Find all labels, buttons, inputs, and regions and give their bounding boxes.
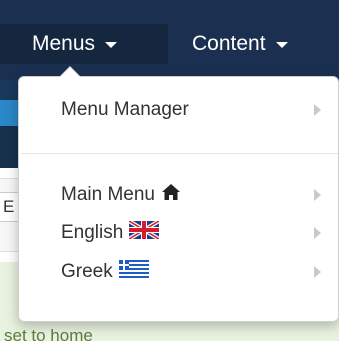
menu-item-greek[interactable]: Greek	[19, 253, 339, 291]
menu-item-english[interactable]: English	[19, 214, 339, 252]
screen: Menus Content E set to home Menu Manager…	[0, 0, 339, 341]
uk-flag-icon	[128, 219, 161, 245]
menus-dropdown: Menu Manager Main Menu English Greek	[18, 66, 339, 322]
menu-item-label: English	[61, 222, 124, 243]
chevron-right-icon	[314, 189, 322, 201]
nav-menus-label: Menus	[32, 32, 96, 55]
menu-item-menu-manager[interactable]: Menu Manager	[19, 91, 339, 129]
nav-menus[interactable]: Menus	[0, 24, 168, 64]
chevron-right-icon	[314, 227, 322, 239]
dropdown-arrow-inner	[60, 67, 80, 77]
menu-item-label: Menu Manager	[61, 99, 189, 120]
home-icon	[161, 183, 181, 207]
menu-item-label: Greek	[61, 261, 113, 282]
menu-item-main-menu[interactable]: Main Menu	[19, 176, 339, 214]
caret-down-icon	[105, 42, 118, 48]
chevron-right-icon	[314, 104, 322, 116]
chevron-right-icon	[314, 266, 322, 278]
background-message-text: set to home	[4, 326, 93, 341]
menu-item-label: Main Menu	[61, 184, 155, 205]
caret-down-icon	[275, 42, 288, 48]
nav-content-label: Content	[192, 32, 266, 55]
greek-flag-icon	[118, 260, 149, 284]
nav-content[interactable]: Content	[188, 24, 288, 64]
dropdown-divider	[21, 153, 338, 154]
top-navbar: Menus Content	[0, 0, 339, 80]
